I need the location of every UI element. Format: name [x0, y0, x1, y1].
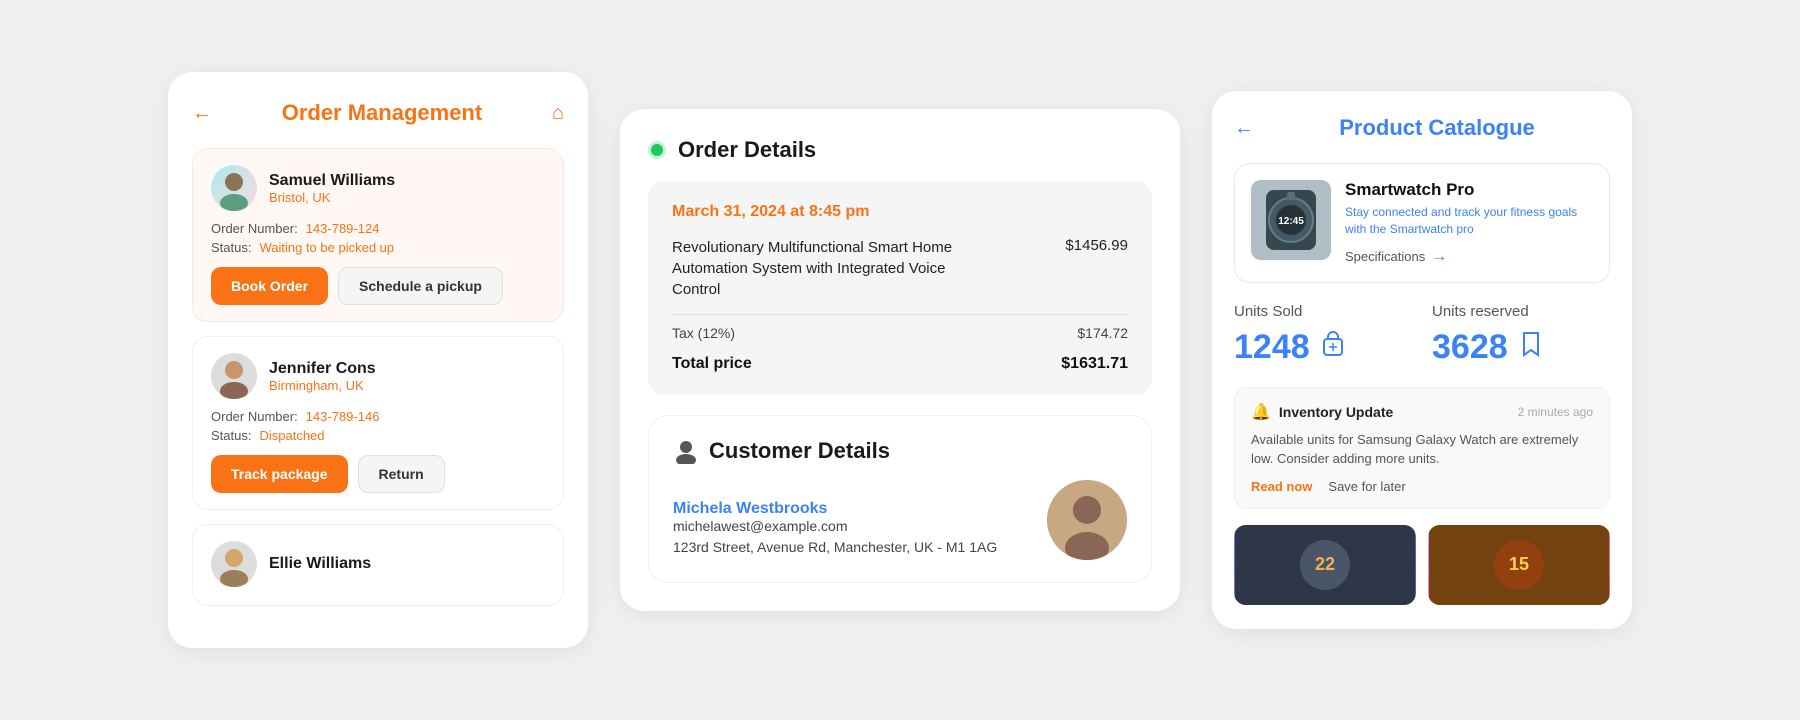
customer-address: 123rd Street, Avenue Rd, Manchester, UK … [673, 539, 997, 555]
product-info: Smartwatch Pro Stay connected and track … [1345, 180, 1593, 266]
tax-label: Tax (12%) [672, 325, 735, 341]
units-reserved-block: Units reserved 3628 [1432, 303, 1610, 367]
svg-text:22: 22 [1315, 554, 1335, 574]
tax-row: Tax (12%) $174.72 [672, 325, 1128, 341]
order-item-price: $1456.99 [1065, 237, 1128, 254]
svg-text:15: 15 [1509, 554, 1529, 574]
user-location-2: Birmingham, UK [269, 378, 376, 393]
notification-actions: Read now Save for later [1251, 479, 1593, 494]
order-card-3: Ellie Williams [192, 524, 564, 606]
user-name-3: Ellie Williams [269, 555, 371, 573]
shopping-bag-icon [1318, 329, 1348, 366]
product-description: Stay connected and track your fitness go… [1345, 204, 1593, 238]
customer-avatar [1047, 480, 1127, 560]
tax-value: $174.72 [1077, 325, 1128, 341]
product-catalogue-panel: ← Product Catalogue 12:45 Smartwatch Pro… [1212, 91, 1632, 629]
product-image: 12:45 [1251, 180, 1331, 260]
home-icon[interactable]: ⌂ [552, 102, 564, 125]
return-button[interactable]: Return [358, 455, 445, 493]
thumbnail-row: 22 15 [1234, 525, 1610, 605]
order-status-1: Status: Waiting to be picked up [211, 240, 545, 255]
order-info-1: Order Number: 143-789-124 [211, 221, 545, 236]
order-card-1: Samuel Williams Bristol, UK Order Number… [192, 148, 564, 322]
total-value: $1631.71 [1061, 355, 1128, 373]
order-status-2: Status: Dispatched [211, 428, 545, 443]
thumbnail-1[interactable]: 22 [1234, 525, 1416, 605]
specs-arrow-icon[interactable]: → [1431, 248, 1447, 266]
btn-row-1: Book Order Schedule a pickup [211, 267, 545, 305]
order-details-title: Order Details [678, 137, 816, 163]
avatar-jennifer [211, 353, 257, 399]
user-row-2: Jennifer Cons Birmingham, UK [211, 353, 545, 399]
customer-header: Customer Details [673, 438, 1127, 464]
back-icon[interactable]: ← [192, 102, 212, 125]
notification-box: 🔔 Inventory Update 2 minutes ago Availab… [1234, 387, 1610, 509]
user-row-1: Samuel Williams Bristol, UK [211, 165, 545, 211]
order-info-2: Order Number: 143-789-146 [211, 409, 545, 424]
btn-row-2: Track package Return [211, 455, 545, 493]
stats-row: Units Sold 1248 Units reserved 3628 [1234, 303, 1610, 367]
total-label: Total price [672, 355, 752, 373]
customer-email: michelawest@example.com [673, 518, 997, 534]
order-number-1: 143-789-124 [306, 221, 380, 236]
order-details-box: March 31, 2024 at 8:45 pm Revolutionary … [648, 181, 1152, 395]
divider-1 [672, 314, 1128, 315]
units-reserved-label: Units reserved [1432, 303, 1610, 320]
units-sold-value-row: 1248 [1234, 328, 1412, 367]
schedule-pickup-button[interactable]: Schedule a pickup [338, 267, 503, 305]
customer-name[interactable]: Michela Westbrooks [673, 500, 997, 518]
read-now-link[interactable]: Read now [1251, 479, 1312, 494]
bookmark-icon [1516, 329, 1546, 366]
units-reserved-value-row: 3628 [1432, 328, 1610, 367]
units-sold-label: Units Sold [1234, 303, 1412, 320]
green-status-dot [648, 141, 666, 159]
order-item-row: Revolutionary Multifunctional Smart Home… [672, 237, 1128, 300]
customer-icon [673, 438, 699, 464]
customer-info: Michela Westbrooks michelawest@example.c… [673, 500, 997, 560]
user-name-2: Jennifer Cons [269, 360, 376, 378]
units-reserved-number: 3628 [1432, 328, 1508, 367]
notification-text: Available units for Samsung Galaxy Watch… [1251, 430, 1593, 469]
panel-header: ← Order Management ⌂ [192, 100, 564, 126]
notification-header: 🔔 Inventory Update 2 minutes ago [1251, 402, 1593, 422]
back-icon-right[interactable]: ← [1234, 117, 1254, 140]
thumbnail-2[interactable]: 15 [1428, 525, 1610, 605]
user-name-1: Samuel Williams [269, 172, 395, 190]
notification-title: Inventory Update [1279, 404, 1510, 420]
units-sold-number: 1248 [1234, 328, 1310, 367]
customer-details-section: Customer Details Michela Westbrooks mich… [648, 415, 1152, 583]
units-sold-block: Units Sold 1248 [1234, 303, 1412, 367]
order-card-2: Jennifer Cons Birmingham, UK Order Numbe… [192, 336, 564, 510]
order-details-header: Order Details [648, 137, 1152, 163]
notification-time: 2 minutes ago [1518, 405, 1593, 419]
panel-title: Order Management [222, 100, 542, 126]
order-details-section: Order Details March 31, 2024 at 8:45 pm … [648, 137, 1152, 395]
order-number-2: 143-789-146 [306, 409, 380, 424]
order-date: March 31, 2024 at 8:45 pm [672, 203, 1128, 221]
order-item-name: Revolutionary Multifunctional Smart Home… [672, 237, 992, 300]
avatar-samuel [211, 165, 257, 211]
user-location-1: Bristol, UK [269, 190, 395, 205]
book-order-button[interactable]: Book Order [211, 267, 328, 305]
customer-details-title: Customer Details [709, 438, 890, 464]
bell-icon: 🔔 [1251, 402, 1271, 422]
save-for-later-link[interactable]: Save for later [1328, 479, 1405, 494]
middle-panel: Order Details March 31, 2024 at 8:45 pm … [620, 109, 1180, 611]
specs-row: Specifications → [1345, 248, 1593, 266]
track-package-button[interactable]: Track package [211, 455, 348, 493]
order-management-panel: ← Order Management ⌂ Samuel Williams Bri… [168, 72, 588, 648]
svg-text:12:45: 12:45 [1278, 216, 1304, 227]
avatar-ellie [211, 541, 257, 587]
customer-content: Michela Westbrooks michelawest@example.c… [673, 480, 1127, 560]
right-panel-title: Product Catalogue [1264, 115, 1610, 141]
specs-label[interactable]: Specifications [1345, 249, 1425, 264]
user-row-3: Ellie Williams [211, 541, 545, 587]
product-card: 12:45 Smartwatch Pro Stay connected and … [1234, 163, 1610, 283]
total-row: Total price $1631.71 [672, 355, 1128, 373]
right-panel-header: ← Product Catalogue [1234, 115, 1610, 141]
product-name: Smartwatch Pro [1345, 180, 1593, 200]
